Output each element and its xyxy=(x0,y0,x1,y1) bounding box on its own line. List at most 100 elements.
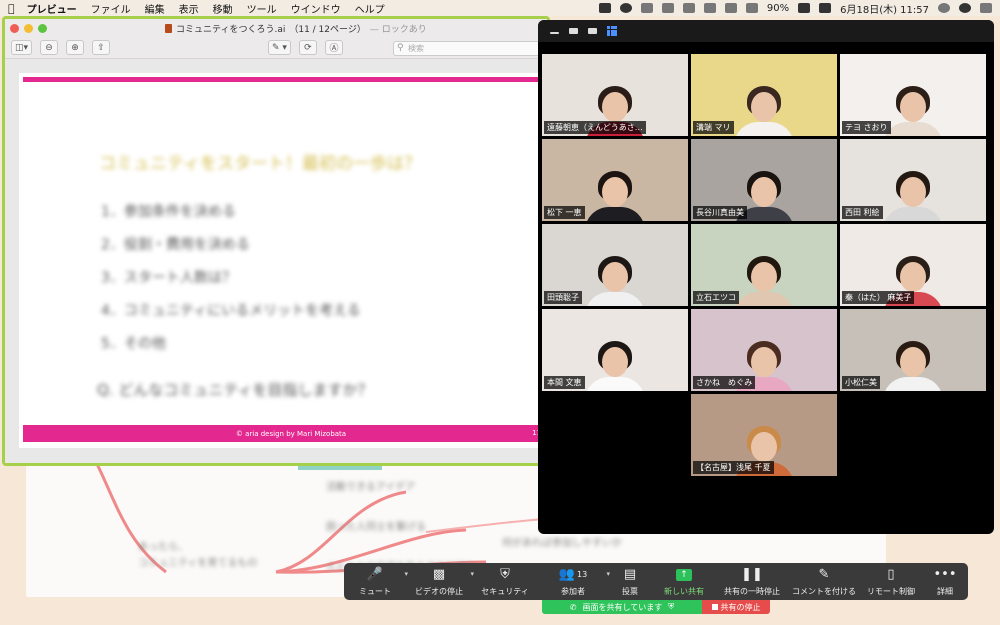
menu-tools[interactable]: ツール xyxy=(247,1,277,16)
participant-tile[interactable]: テヨ さおり xyxy=(840,54,986,136)
zoom-status-icon[interactable] xyxy=(598,3,611,13)
participant-tile[interactable]: 本間 文恵 xyxy=(542,309,688,391)
gallery-view-icon[interactable] xyxy=(607,26,617,36)
participant-tile[interactable]: 溝端 マリ xyxy=(691,54,837,136)
slide-list-item: 1．参加条件を決める xyxy=(101,204,236,220)
notification-center-icon[interactable] xyxy=(980,3,992,13)
mindmap-node: 困った人同士を繋げる xyxy=(326,522,426,533)
menu-help[interactable]: ヘルプ xyxy=(355,1,385,16)
participant-avatar xyxy=(585,339,645,391)
menu-view[interactable]: 表示 xyxy=(179,1,199,16)
more-button[interactable]: ••• 詳細 xyxy=(922,563,968,600)
participant-tile[interactable]: 立石エツコ xyxy=(691,224,837,306)
mute-button[interactable]: 🎤 ミュート ▾ xyxy=(344,563,408,600)
participant-tile[interactable]: 田頭聡子 xyxy=(542,224,688,306)
slide-list-item: 2．役割・費用を決める xyxy=(101,237,250,253)
wifi-icon[interactable] xyxy=(724,3,737,13)
input-method-icon[interactable] xyxy=(819,3,832,13)
new-share-button[interactable]: ↑ 新しい共有 xyxy=(652,563,716,600)
participant-tile[interactable]: 長谷川真由美 xyxy=(691,139,837,221)
annotate-button[interactable]: ✎ コメントを付ける xyxy=(788,563,860,600)
zoom-out-button[interactable]: ⊖ xyxy=(40,40,59,55)
participant-tile[interactable]: 西田 利絵 xyxy=(840,139,986,221)
status-icon[interactable] xyxy=(682,3,695,13)
shield-check-icon: ⛨ xyxy=(668,602,675,611)
menu-window[interactable]: ウインドウ xyxy=(291,1,341,16)
menu-app[interactable]: プレビュー xyxy=(27,1,77,16)
volume-icon[interactable] xyxy=(745,3,758,13)
apple-menu-icon[interactable]:  xyxy=(8,2,15,15)
participant-name: 溝端 マリ xyxy=(693,121,734,134)
poll-button[interactable]: ▤ 投票 xyxy=(608,563,652,600)
lock-status[interactable]: — ロックあり xyxy=(370,22,427,35)
participant-name: テヨ さおり xyxy=(842,121,891,134)
slide-footer: © aria design by Mari Mizobata xyxy=(23,425,547,442)
status-icon[interactable] xyxy=(661,3,674,13)
participant-avatar xyxy=(883,84,943,136)
battery-icon[interactable] xyxy=(798,3,811,13)
participant-avatar xyxy=(585,254,645,306)
status-icon[interactable] xyxy=(640,3,653,13)
security-button[interactable]: ⛨ セキュリティ xyxy=(472,563,538,600)
participant-tile[interactable]: 小松仁美 xyxy=(840,309,986,391)
strip-view-icon[interactable] xyxy=(588,28,597,34)
stop-square-icon xyxy=(711,604,718,610)
pause-share-button[interactable]: ❚❚ 共有の一時停止 xyxy=(716,563,788,600)
preview-toolbar: ◫▾ ⊖ ⊕ ⇧ ✎ ▾ ⟳ Ⓐ ⚲ 検索 xyxy=(5,37,547,59)
menu-edit[interactable]: 編集 xyxy=(145,1,165,16)
spotlight-icon[interactable] xyxy=(938,3,950,13)
minimize-window-button[interactable] xyxy=(24,23,33,33)
menu-go[interactable]: 移動 xyxy=(213,1,233,16)
speaker-view-icon[interactable] xyxy=(569,28,578,34)
slide-list-item: 4．コミュニティにいるメリットを考える xyxy=(101,303,361,319)
markup-pen-button[interactable]: ✎ ▾ xyxy=(268,40,291,55)
share-button[interactable]: ⇧ xyxy=(92,40,111,55)
stop-video-button[interactable]: ▩ ビデオの停止 ▾ xyxy=(406,563,474,600)
participant-avatar xyxy=(883,169,943,221)
minimize-video-icon[interactable] xyxy=(550,32,559,34)
slide-list-item: 5．その他 xyxy=(101,336,166,352)
menu-file[interactable]: ファイル xyxy=(91,1,131,16)
rotate-button[interactable]: ⟳ xyxy=(298,40,317,55)
clock[interactable]: 6月18日(木) 11:57 xyxy=(840,1,929,16)
remote-control-button[interactable]: ▯ リモート制御 xyxy=(860,563,922,600)
participant-tile[interactable]: 松下 一恵 xyxy=(542,139,688,221)
preview-window: コミュニティをつくろう.ai （11 / 12ページ） — ロックあり ◫▾ ⊖… xyxy=(2,16,550,466)
preview-titlebar[interactable]: コミュニティをつくろう.ai （11 / 12ページ） — ロックあり xyxy=(5,19,547,37)
participant-name: 田頭聡子 xyxy=(544,291,582,304)
zoom-view-bar xyxy=(538,20,994,42)
search-input[interactable]: ⚲ 検索 xyxy=(393,41,543,56)
participant-tile[interactable]: 【名古屋】浅尾 千夏 xyxy=(691,394,837,476)
zoom-control-bar: 🎤 ミュート ▾ ▩ ビデオの停止 ▾ ⛨ セキュリティ 👥 13 参加者 ▾ ▤… xyxy=(344,563,968,600)
sidebar-toggle-button[interactable]: ◫▾ xyxy=(11,40,33,55)
fullscreen-window-button[interactable] xyxy=(38,23,47,33)
page-indicator: （11 / 12ページ） xyxy=(289,25,366,35)
close-window-button[interactable] xyxy=(10,23,19,33)
macos-menubar:  プレビュー ファイル 編集 表示 移動 ツール ウインドウ ヘルプ 90% … xyxy=(0,0,1000,16)
participant-tile[interactable]: さかね めぐみ xyxy=(691,309,837,391)
participant-name: 立石エツコ xyxy=(693,291,739,304)
mindmap-node: 活動できるアイデア xyxy=(326,482,416,493)
participant-name: 【名古屋】浅尾 千夏 xyxy=(693,461,774,474)
participant-tile[interactable]: 遠藤朝恵（えんどうあさ… xyxy=(542,54,688,136)
stop-share-button[interactable]: 共有の停止 xyxy=(702,600,770,614)
zoom-in-button[interactable]: ⊕ xyxy=(66,40,85,55)
participants-button[interactable]: 👥 13 参加者 ▾ xyxy=(538,563,610,600)
participant-tile[interactable]: 秦（はた） 麻美子 xyxy=(840,224,986,306)
document-canvas[interactable]: コミュニティをスタート！最初の一歩は？ 1．参加条件を決める 2．役割・費用を決… xyxy=(5,59,547,463)
siri-icon[interactable] xyxy=(959,3,971,13)
slide-question: Q. どんなコミュニティを目指しますか？ xyxy=(97,381,373,399)
creative-cloud-icon[interactable] xyxy=(619,3,632,13)
bluetooth-icon[interactable] xyxy=(703,3,716,13)
slide-page: コミュニティをスタート！最初の一歩は？ 1．参加条件を決める 2．役割・費用を決… xyxy=(19,73,547,448)
slide-list-item: 3．スタート人数は？ xyxy=(101,270,236,286)
markup-toolbar-button[interactable]: Ⓐ xyxy=(324,40,343,55)
sharing-status-text: 画面を共有しています xyxy=(582,602,663,612)
slide-title: コミュニティをスタート！最初の一歩は？ xyxy=(99,154,421,174)
more-dots-icon: ••• xyxy=(933,567,957,582)
file-name: コミュニティをつくろう.ai xyxy=(176,25,286,35)
participant-name: 小松仁美 xyxy=(842,376,880,389)
participant-name: 松下 一恵 xyxy=(544,206,585,219)
search-icon: ⚲ xyxy=(397,43,404,53)
share-screen-icon: ↑ xyxy=(676,567,692,583)
